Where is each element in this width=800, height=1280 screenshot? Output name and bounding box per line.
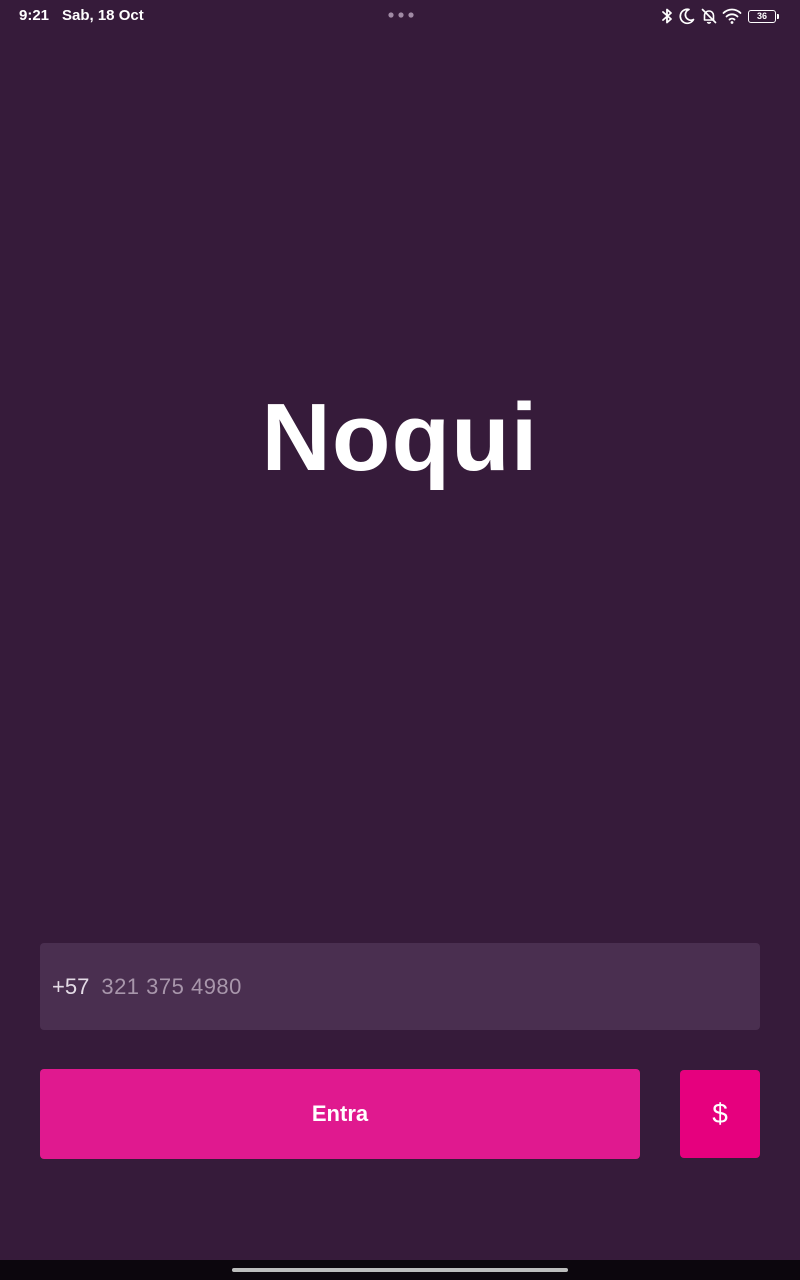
status-icons: 36 [660,6,779,26]
battery-icon: 36 [748,9,779,23]
home-indicator[interactable] [232,1268,568,1272]
more-dots-icon[interactable] [386,11,416,19]
wifi-icon [722,8,742,24]
app-title: Noqui [261,384,539,491]
phone-field[interactable]: +57 [40,943,760,1030]
status-bar: 9:21 Sab, 18 Oct 36 [0,0,800,32]
phone-input[interactable] [101,973,702,1000]
price-button[interactable]: $ [680,1070,760,1158]
dollar-icon: $ [712,1098,728,1129]
navigation-bar [0,1260,800,1280]
battery-level: 36 [756,10,767,21]
status-date: Sab, 18 Oct [62,7,144,24]
moon-icon [679,8,695,25]
bell-off-icon [701,8,717,24]
country-code[interactable]: +57 [52,974,89,1000]
bluetooth-icon [662,8,672,24]
enter-button[interactable]: Entra [40,1069,640,1159]
status-time: 9:21 [19,7,50,24]
